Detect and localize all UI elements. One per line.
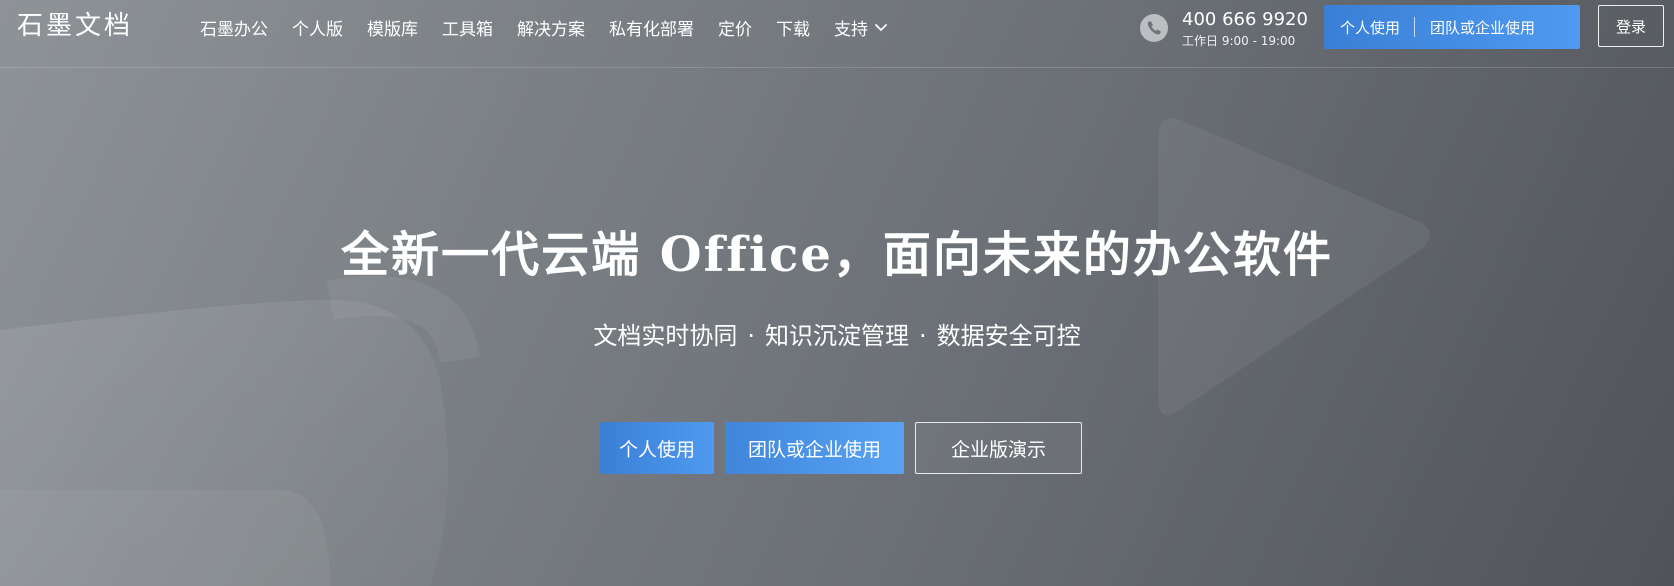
header-cta-group: 个人使用 团队或企业使用 — [1324, 5, 1580, 49]
hero-title: 全新一代云端 Office，面向未来的办公软件 — [341, 227, 1333, 283]
hero-demo-button[interactable]: 企业版演示 — [915, 422, 1082, 474]
nav-item-support[interactable]: 支持 — [834, 15, 888, 40]
chevron-down-icon — [875, 23, 887, 31]
header-team-button[interactable]: 团队或企业使用 — [1415, 17, 1535, 38]
login-button[interactable]: 登录 — [1598, 5, 1664, 47]
nav-item-toolbox[interactable]: 工具箱 — [442, 15, 493, 40]
subtitle-part-security: 数据安全可控 — [936, 322, 1081, 350]
phone-hours: 工作日 9:00 - 19:00 — [1182, 34, 1296, 48]
nav-item-solutions[interactable]: 解决方案 — [517, 15, 585, 40]
subtitle-separator: · — [747, 322, 755, 350]
subtitle-part-collab: 文档实时协同 — [593, 322, 738, 350]
nav-item-pricing[interactable]: 定价 — [718, 15, 752, 40]
top-header: 石墨文档 石墨办公 个人版 模版库 工具箱 解决方案 私有化部署 定价 下载 支… — [0, 0, 1674, 68]
nav-item-personal[interactable]: 个人版 — [292, 15, 343, 40]
logo[interactable]: 石墨文档 — [17, 8, 133, 44]
phone-contact: 400 666 9920 工作日 9:00 - 19:00 — [1140, 6, 1308, 50]
hero-subtitle: 文档实时协同 · 知识沉淀管理 · 数据安全可控 — [0, 320, 1674, 352]
phone-icon — [1140, 14, 1168, 42]
hero-personal-button[interactable]: 个人使用 — [600, 422, 714, 474]
nav-item-support-label: 支持 — [834, 20, 868, 40]
main-nav: 石墨办公 个人版 模版库 工具箱 解决方案 私有化部署 定价 下载 支持 — [200, 0, 888, 55]
hero-team-button[interactable]: 团队或企业使用 — [725, 422, 904, 474]
header-personal-button[interactable]: 个人使用 — [1324, 17, 1414, 38]
subtitle-separator: · — [919, 322, 927, 350]
hero-section: 全新一代云端 Office，面向未来的办公软件 文档实时协同 · 知识沉淀管理 · 数据… — [0, 67, 1674, 586]
subtitle-part-knowledge: 知识沉淀管理 — [765, 322, 909, 350]
nav-item-private-deploy[interactable]: 私有化部署 — [609, 15, 694, 40]
nav-item-shimo-office[interactable]: 石墨办公 — [200, 15, 268, 40]
phone-text: 400 666 9920 工作日 9:00 - 19:00 — [1182, 9, 1308, 48]
phone-number[interactable]: 400 666 9920 — [1182, 11, 1308, 29]
hero-button-group: 个人使用 团队或企业使用 企业版演示 — [600, 422, 1082, 474]
nav-item-templates[interactable]: 模版库 — [367, 15, 418, 40]
nav-item-download[interactable]: 下载 — [776, 15, 810, 40]
